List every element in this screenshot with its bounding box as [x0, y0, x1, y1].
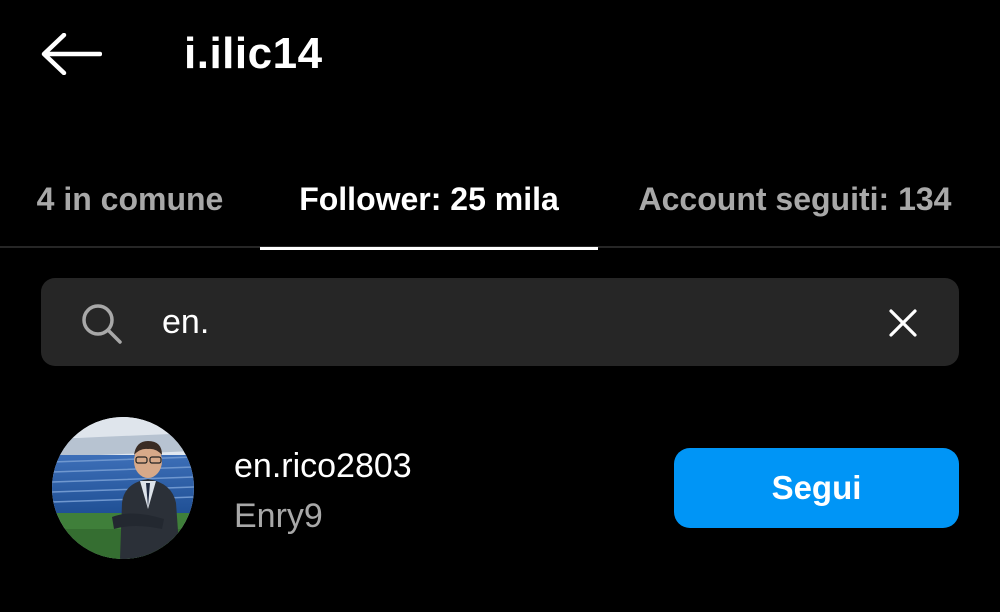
- list-item[interactable]: en.rico2803 Enry9 Segui: [0, 405, 1000, 580]
- search-input[interactable]: [162, 296, 842, 348]
- result-full-name: Enry9: [234, 497, 323, 535]
- profile-photo-image: [52, 417, 194, 559]
- tab-following[interactable]: Account seguiti: 134: [598, 150, 992, 248]
- close-icon: [889, 309, 917, 337]
- follow-button[interactable]: Segui: [674, 448, 959, 528]
- tab-followers-label: Follower: 25 mila: [299, 180, 559, 217]
- profile-username-title: i.ilic14: [184, 29, 323, 78]
- top-bar: i.ilic14: [0, 0, 1000, 110]
- tab-followers[interactable]: Follower: 25 mila: [260, 150, 598, 250]
- search-icon: [82, 304, 122, 344]
- back-button[interactable]: [38, 26, 104, 82]
- follow-tabs: 4 in comune Follower: 25 mila Account se…: [0, 150, 1000, 250]
- active-tab-indicator: [260, 247, 598, 250]
- tab-mutual[interactable]: 4 in comune: [0, 150, 260, 248]
- avatar[interactable]: [52, 417, 194, 559]
- arrow-left-icon: [41, 33, 102, 75]
- result-username[interactable]: en.rico2803: [234, 445, 412, 487]
- clear-search-button[interactable]: [880, 300, 926, 346]
